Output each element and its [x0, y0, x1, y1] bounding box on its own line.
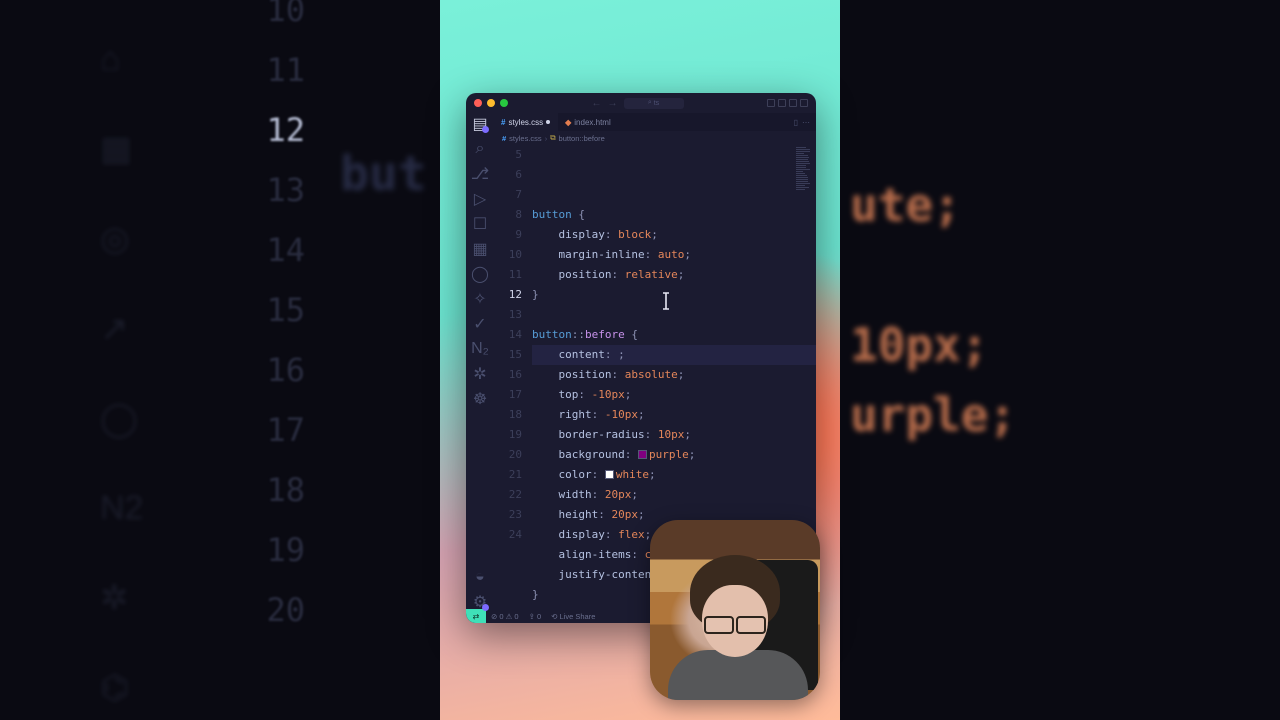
tab-styles-css[interactable]: #styles.css [494, 113, 558, 131]
activity-files-icon[interactable]: ▤ [473, 117, 487, 131]
command-center-search[interactable]: ⌕ ts [624, 98, 684, 109]
activity-kube-icon[interactable]: ☸ [473, 392, 487, 406]
code-line-10[interactable] [532, 305, 816, 325]
tab-label: index.html [574, 118, 610, 127]
layout-controls[interactable] [767, 99, 808, 107]
code-line-9[interactable]: } [532, 285, 816, 305]
activity-checks-icon[interactable]: ✓ [473, 317, 487, 331]
close-traffic-light[interactable] [474, 99, 482, 107]
chevron-right-icon: › [545, 134, 548, 143]
line-number-gutter: 56789101112131415161718192021222324 [494, 145, 532, 609]
css-file-icon: # [502, 134, 506, 143]
layout-icon[interactable] [778, 99, 786, 107]
ports-status[interactable]: ⇪ 0 [524, 612, 547, 621]
html-file-icon: ◆ [565, 118, 571, 127]
activity-run-icon[interactable]: ▷ [473, 192, 487, 206]
code-line-15[interactable]: right: -10px; [532, 405, 816, 425]
glasses [704, 616, 766, 632]
activity-github-icon[interactable]: ◯ [473, 267, 487, 281]
zoom-traffic-light[interactable] [500, 99, 508, 107]
code-line-13[interactable]: position: absolute; [532, 365, 816, 385]
window-titlebar[interactable]: ← → ⌕ ts [466, 93, 816, 113]
split-editor-icon[interactable]: ▯ [794, 118, 798, 127]
activity-extensions-icon[interactable]: ▦ [473, 242, 487, 256]
bg-code-fragment: but [340, 150, 427, 198]
selector-icon: ⧉ [550, 133, 555, 143]
code-line-16[interactable]: border-radius: 10px; [532, 425, 816, 445]
activity-git-icon[interactable]: ⎇ [473, 167, 487, 181]
activity-copilot-icon[interactable]: ✧ [473, 292, 487, 306]
activity-account-icon[interactable]: ◒ [473, 570, 487, 584]
code-line-14[interactable]: top: -10px; [532, 385, 816, 405]
css-file-icon: # [501, 118, 505, 127]
activity-gear-icon[interactable]: ⚙ [473, 595, 487, 609]
code-line-18[interactable]: color: white; [532, 465, 816, 485]
search-icon: ⌕ [648, 99, 652, 107]
layout-icon[interactable] [767, 99, 775, 107]
code-line-7[interactable]: margin-inline: auto; [532, 245, 816, 265]
problems-status[interactable]: ⊘ 0 ⚠ 0 [486, 612, 524, 621]
layout-icon[interactable] [800, 99, 808, 107]
webcam-overlay [650, 520, 820, 700]
tab-bar: #styles.css◆index.html▯⋯ [494, 113, 816, 131]
minimize-traffic-light[interactable] [487, 99, 495, 107]
activity-bar: ▤ ⌕ ⎇ ▷ ☐ ▦ ◯ ✧ ✓ N₂ ✲ ☸ ◒ ⚙ [466, 113, 494, 609]
bg-line-numbers: 1011121314151617181920 [255, 0, 305, 640]
activity-search-icon[interactable]: ⌕ [473, 142, 487, 156]
code-line-5[interactable]: button { [532, 205, 816, 225]
code-line-8[interactable]: position: relative; [532, 265, 816, 285]
tab-label: styles.css [508, 118, 543, 127]
search-placeholder: ts [654, 100, 659, 107]
background-left-panel: ⌂▦◎↗◯N2✲⌬ 1011121314151617181920 but [0, 0, 440, 720]
layout-icon[interactable] [789, 99, 797, 107]
shirt [668, 650, 808, 700]
activity-remote-icon[interactable]: ☐ [473, 217, 487, 231]
dirty-indicator-icon [546, 120, 550, 124]
live-share-status[interactable]: ⟲ Live Share [546, 612, 600, 621]
breadcrumb-file[interactable]: styles.css [509, 134, 542, 143]
bg-activity-icons: ⌂▦◎↗◯N2✲⌬ [100, 40, 143, 708]
tab-index-html[interactable]: ◆index.html [558, 113, 619, 131]
more-icon[interactable]: ⋯ [802, 118, 810, 127]
code-line-17[interactable]: background: purple; [532, 445, 816, 465]
nav-forward-icon[interactable]: → [608, 98, 618, 109]
code-line-19[interactable]: width: 20px; [532, 485, 816, 505]
breadcrumbs[interactable]: # styles.css › ⧉ button::before [494, 131, 816, 145]
code-line-11[interactable]: button::before { [532, 325, 816, 345]
activity-settings2-icon[interactable]: ✲ [473, 367, 487, 381]
bg-code-fragment-right: ute; 10px;urple; [850, 170, 1016, 450]
breadcrumb-selector[interactable]: button::before [559, 134, 605, 143]
activity-N2-icon[interactable]: N₂ [473, 342, 487, 356]
code-line-6[interactable]: display: block; [532, 225, 816, 245]
nav-back-icon[interactable]: ← [592, 98, 602, 109]
background-right-panel: ute; 10px;urple; [840, 0, 1280, 720]
code-line-12[interactable]: content: ; [532, 345, 816, 365]
